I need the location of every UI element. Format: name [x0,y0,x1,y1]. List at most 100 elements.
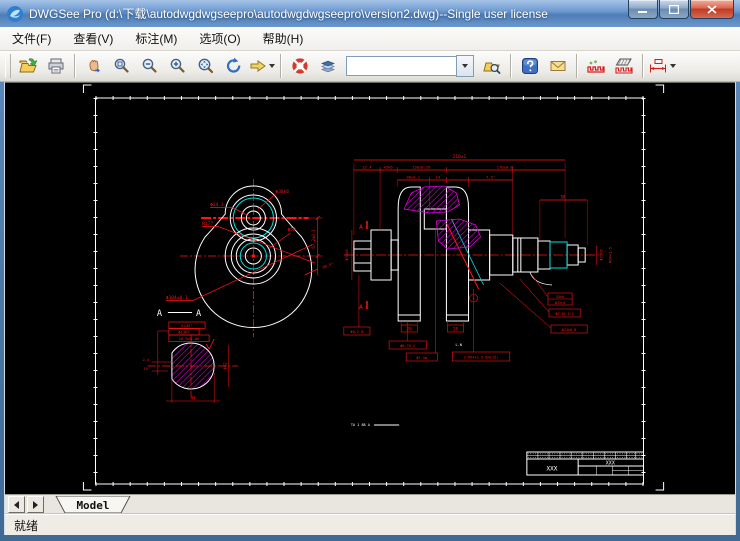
dim-label: M24×1.5 [607,247,612,263]
markup-hatch-icon [614,57,634,75]
ln-label: L-N [455,343,461,347]
tab-scroll-right-button[interactable] [27,496,44,513]
note-box: Φ0.74 C [400,344,415,348]
open-button[interactable] [14,52,42,80]
menu-file[interactable]: 文件(F) [2,27,61,50]
status-text: 就绪 [14,517,38,534]
note-box: Φ0.2 B [350,330,363,334]
close-button[interactable] [690,0,734,19]
combobox-input[interactable] [346,56,456,76]
menu-view[interactable]: 查看(V) [63,27,123,50]
forward-arrow-button[interactable] [248,52,276,80]
dim-label: Φ30k6 [275,189,289,195]
zoom-out-button[interactable] [136,52,164,80]
help-button[interactable] [516,52,544,80]
dim-label: 7.5° [486,175,495,180]
rotate-icon [225,57,243,75]
about-icon [291,57,309,75]
forward-arrow-dropdown[interactable] [269,64,275,68]
title-block: XXX XXX [527,452,644,475]
status-bar: 就绪 [5,514,735,535]
toolbar [0,51,740,82]
toolbar-grip[interactable] [5,54,11,78]
toolbar-separator [642,54,644,78]
toolbar-separator [280,54,282,78]
maximize-button[interactable] [659,0,689,19]
zoom-window-button[interactable] [108,52,136,80]
email-icon [549,57,567,75]
section-label: A [157,309,162,319]
section-mark: A [359,304,363,311]
measure-dropdown[interactable] [670,64,676,68]
title-bar[interactable]: DWGSee Pro (d:\下载\autodwgdwgseepro\autod… [0,0,740,27]
dim-label: 218±1 [453,154,467,160]
measure-button[interactable] [648,52,676,80]
markup-dimension-icon [586,57,606,75]
arrow-left-icon [14,501,19,509]
section-label: A [196,309,201,319]
measure-icon [648,57,668,75]
dim-label: 15 [144,367,148,371]
drawing-canvas[interactable]: Φ30k6 Φ24.2 R177 Φ58 Φ104±0.1 57.2±0.1 3… [5,82,735,494]
dim-label: 170±0.8 [497,165,514,170]
print-button[interactable] [42,52,70,80]
left-view: Φ30k6 Φ24.2 R177 Φ58 Φ104±0.1 57.2±0.1 3… [166,179,335,337]
dim-label: Φ42 [223,362,228,370]
zoom-out-icon [141,57,159,75]
menu-help[interactable]: 帮助(H) [253,27,314,50]
dim-label: Φ25h6 [598,249,603,261]
minimize-icon [638,5,648,14]
about-button[interactable] [286,52,314,80]
minimize-button[interactable] [628,0,658,19]
print-icon [47,57,65,75]
layers-button[interactable] [314,52,342,80]
section-aa-view: A A 5×45° Φ13H7 10.6±0.06 44 [143,309,239,403]
dim-label: 58 [561,195,566,200]
forward-arrow-icon [249,57,267,75]
email-button[interactable] [544,52,572,80]
sheet-tab-bar: Model [5,494,735,514]
title-block-cell: XXX [606,460,615,466]
dim-label: 43k6 [384,165,394,170]
zoom-extents-icon [197,57,215,75]
toolbar-separator [510,54,512,78]
datum-balloon: 5 [473,297,475,301]
pan-button[interactable] [80,52,108,80]
note-box-row: Φ13H7 [178,330,189,335]
search-folder-button[interactable] [478,52,506,80]
note-box: Φ25h6-B [562,328,576,332]
drawing-frame [83,85,663,490]
right-view: 218±1 22.4 43k6 138±0.29 170±0.8 38±0.1 … [344,154,612,427]
zoom-in-button[interactable] [164,52,192,80]
close-icon [707,5,717,14]
menu-options[interactable]: 选项(O) [189,27,250,50]
menu-markup[interactable]: 标注(M) [125,27,187,50]
client-area: Φ30k6 Φ24.2 R177 Φ58 Φ104±0.1 57.2±0.1 3… [4,82,736,535]
tab-model[interactable]: Model [50,496,136,514]
pan-icon [85,57,103,75]
dim-label: 57.2±0.1 [311,229,316,249]
note-box: 35k6 [556,295,564,299]
app-window: DWGSee Pro (d:\下载\autodwgdwgseepro\autod… [0,0,740,535]
toolbar-separator [576,54,578,78]
rotate-button[interactable] [220,52,248,80]
search-folder-icon [482,57,502,75]
markup-dimension-button[interactable] [582,52,610,80]
dim-label: 22.4 [362,165,372,170]
tech-note: TA 1 88 A [351,423,371,427]
note-box: Φ7.5m [416,356,427,360]
combobox-dropdown-button[interactable] [456,55,474,77]
tab-scroll-left-button[interactable] [8,496,25,513]
dim-label: Φ35k6 [344,249,349,261]
zoom-extents-button[interactable] [192,52,220,80]
markup-hatch-button[interactable] [610,52,638,80]
dim-label: Φ24.2 [210,202,224,208]
help-icon [521,57,539,75]
toolbar-separator [74,54,76,78]
dim-label: 14 [436,175,441,180]
zoom-window-icon [113,57,131,75]
dim-label: 30.5° [321,261,334,270]
dim-label: 2.4 [143,358,149,362]
filename-combobox [346,56,474,76]
app-icon [6,5,24,23]
